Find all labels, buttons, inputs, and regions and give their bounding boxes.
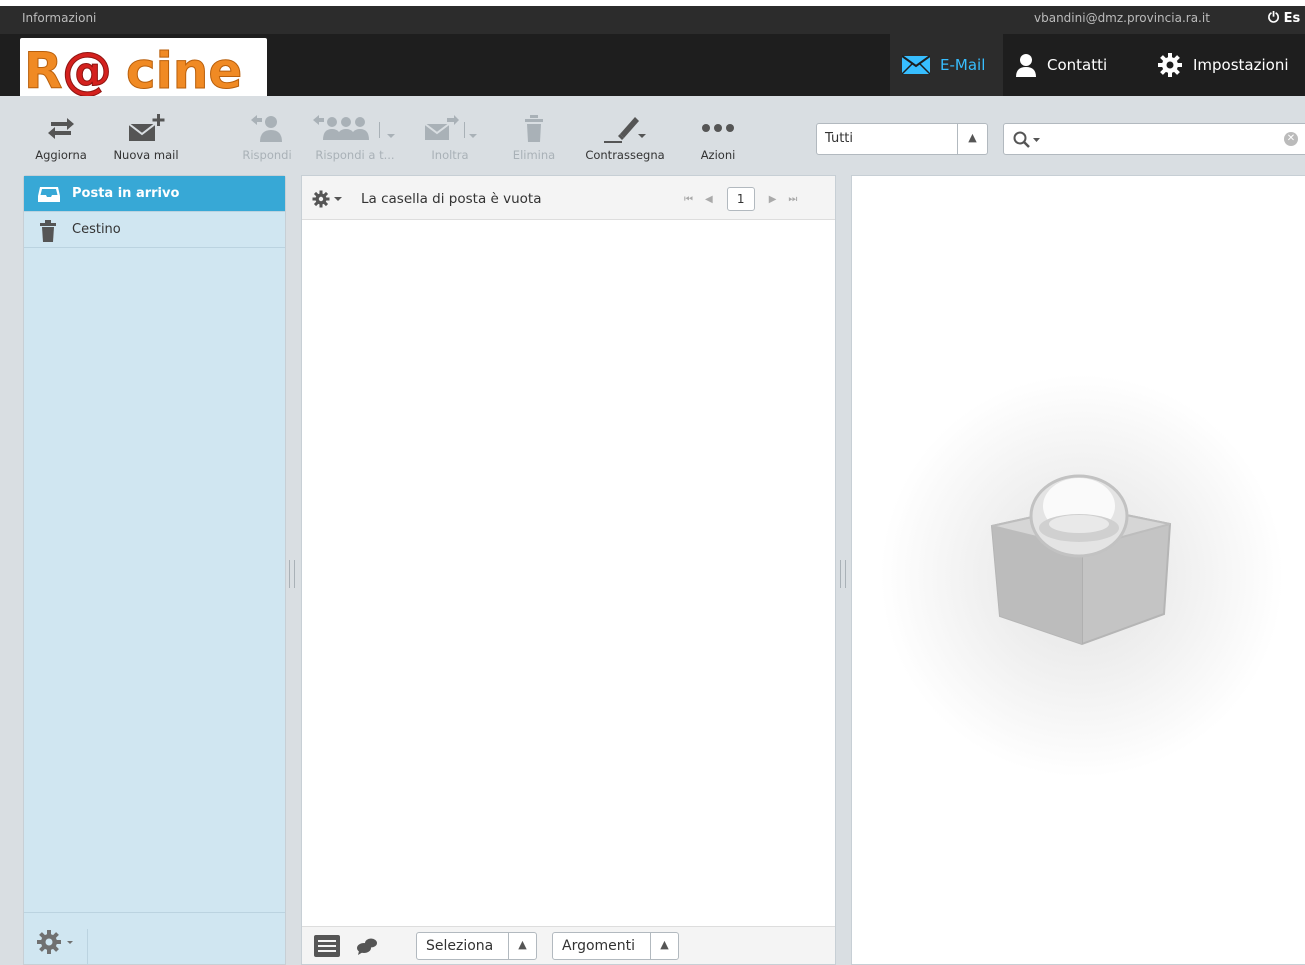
svg-text:@: @ (62, 42, 112, 100)
delete-label: Elimina (512, 148, 556, 162)
roundcube-logo-icon (990, 474, 1172, 646)
preview-pane (851, 175, 1305, 965)
reply-button[interactable]: Rispondi (236, 108, 298, 162)
folder-trash-label: Cestino (72, 222, 121, 237)
reset-search-icon[interactable]: ✕ (1284, 132, 1298, 146)
task-contacts[interactable]: Contatti (1003, 34, 1145, 96)
watermark (852, 346, 1305, 806)
folder-list-footer (24, 912, 285, 965)
reply-all-button[interactable]: Rispondi a t... (307, 108, 403, 162)
username: vbandini@dmz.provincia.ra.it (1034, 11, 1210, 25)
top-info-bar: Informazioni vbandini@dmz.provincia.ra.i… (0, 0, 1305, 34)
folder-splitter[interactable] (289, 560, 295, 588)
reply-label: Rispondi (242, 148, 292, 162)
folder-actions-button[interactable] (36, 929, 88, 965)
trash-icon (505, 108, 563, 148)
header: R @ cine E-Mail Contatti Impostazioni (0, 34, 1305, 100)
logo[interactable]: R @ cine (20, 38, 267, 100)
select-dropdown[interactable]: Seleziona ▲ (416, 932, 537, 960)
more-actions-button[interactable]: Azioni (692, 108, 744, 162)
refresh-label: Aggiorna (35, 148, 87, 162)
next-page-icon[interactable]: ▶ (769, 194, 777, 205)
folder-inbox-label: Posta in arrivo (72, 186, 180, 201)
compose-label: Nuova mail (113, 148, 179, 162)
search-input[interactable]: ✕ (1003, 123, 1305, 155)
refresh-icon (30, 108, 92, 148)
folder-inbox[interactable]: Posta in arrivo (24, 176, 285, 212)
folder-list: Posta in arrivo Cestino (23, 175, 286, 965)
gear-icon (1157, 52, 1183, 78)
list-options-button[interactable] (312, 190, 348, 212)
trash-icon (38, 220, 58, 246)
search-icon[interactable] (1012, 130, 1042, 154)
task-mail-label: E-Mail (940, 56, 986, 74)
svg-text:cine: cine (126, 42, 242, 100)
delete-button[interactable]: Elimina (505, 108, 563, 162)
task-mail[interactable]: E-Mail (890, 34, 1003, 96)
power-icon: ⏻ (1268, 10, 1280, 26)
updown-icon: ▲ (508, 933, 536, 959)
pen-icon (577, 108, 673, 148)
page-number[interactable]: 1 (726, 187, 755, 211)
empty-mailbox-message: La casella di posta è vuota (361, 191, 542, 207)
preview-splitter[interactable] (840, 560, 846, 588)
about-link[interactable]: Informazioni (22, 11, 96, 25)
logout-label: Es (1283, 11, 1301, 26)
reply-icon (236, 108, 298, 148)
mail-filter-select[interactable]: Tutti ▲ (816, 123, 988, 155)
person-icon (1015, 53, 1037, 77)
envelope-icon (902, 55, 930, 75)
updown-icon: ▲ (650, 933, 678, 959)
taskbar: E-Mail Contatti Impostazioni (890, 34, 1305, 96)
list-view-icon[interactable] (314, 935, 340, 961)
message-list: La casella di posta è vuota ⏮ ◀ 1 ▶ ⏭ Se… (301, 175, 836, 965)
updown-icon: ▲ (957, 124, 987, 154)
task-contacts-label: Contatti (1047, 56, 1108, 74)
inbox-icon (38, 184, 60, 208)
compose-button[interactable]: Nuova mail (107, 108, 185, 162)
pagination: ⏮ ◀ 1 ▶ ⏭ (678, 187, 803, 211)
task-settings[interactable]: Impostazioni (1145, 34, 1305, 96)
new-mail-icon (107, 108, 185, 148)
threads-dropdown[interactable]: Argomenti ▲ (552, 932, 679, 960)
mail-toolbar: Aggiorna Nuova mail Rispondi Rispondi a … (0, 96, 1305, 174)
reply-all-icon (307, 108, 403, 148)
threads-icon[interactable] (356, 937, 378, 959)
svg-text:R: R (24, 42, 63, 100)
refresh-button[interactable]: Aggiorna (30, 108, 92, 162)
threads-dropdown-label: Argomenti (562, 938, 636, 954)
mark-label: Contrassegna (585, 148, 665, 162)
more-icon (692, 108, 744, 148)
forward-button[interactable]: Inoltra (420, 108, 480, 162)
folder-trash[interactable]: Cestino (24, 212, 285, 248)
select-dropdown-label: Seleziona (426, 938, 494, 954)
gear-icon (37, 930, 73, 954)
mail-filter-value: Tutti (825, 131, 854, 146)
task-settings-label: Impostazioni (1193, 56, 1289, 74)
last-page-icon[interactable]: ⏭ (788, 194, 797, 205)
forward-label: Inoltra (431, 148, 469, 162)
mark-button[interactable]: Contrassegna (577, 108, 673, 162)
message-list-header: La casella di posta è vuota ⏮ ◀ 1 ▶ ⏭ (302, 176, 835, 220)
logout-button[interactable]: ⏻ Es (1268, 10, 1300, 26)
forward-icon (420, 108, 480, 148)
message-list-footer: Seleziona ▲ Argomenti ▲ (302, 926, 835, 964)
first-page-icon[interactable]: ⏮ (684, 194, 693, 205)
reply-all-label: Rispondi a t... (315, 148, 395, 162)
more-label: Azioni (700, 148, 736, 162)
prev-page-icon[interactable]: ◀ (705, 194, 713, 205)
